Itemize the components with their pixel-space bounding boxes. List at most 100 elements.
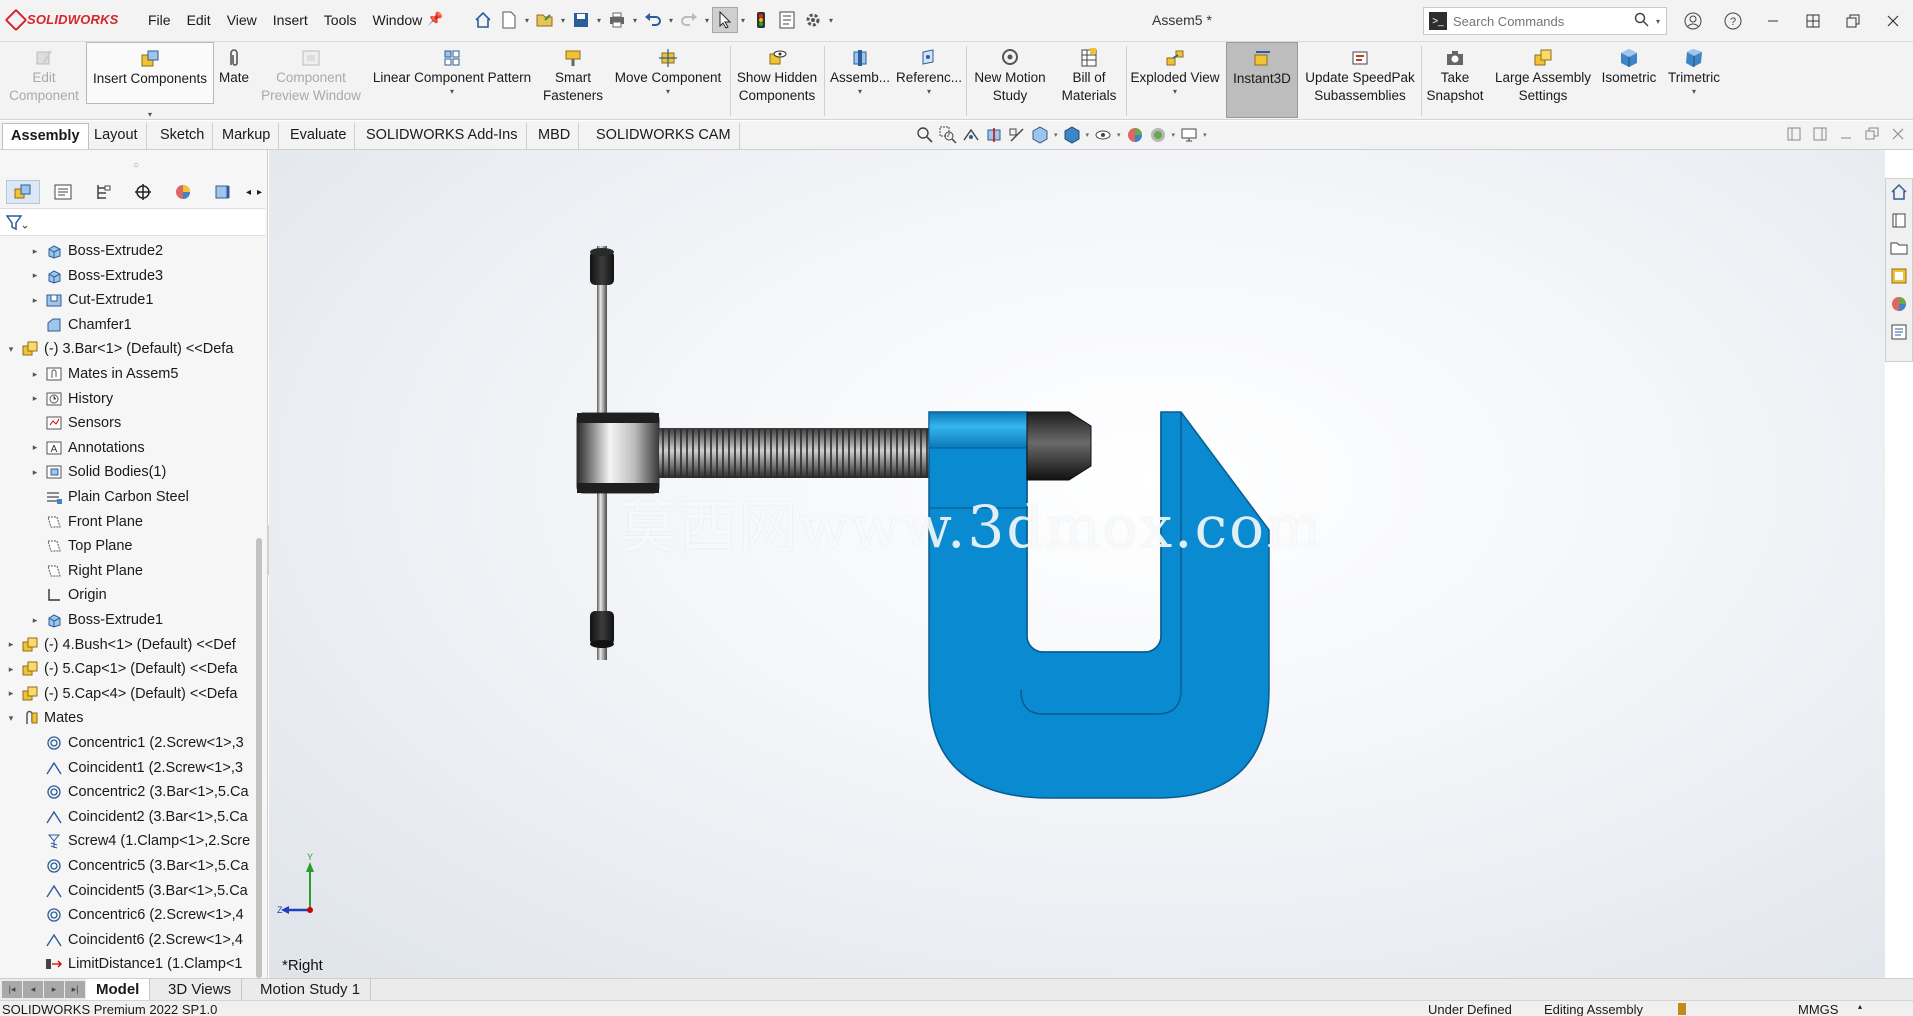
help-icon[interactable]: ? [1713,0,1753,42]
tree-node[interactable]: Top Plane [28,534,133,558]
view-palette-icon[interactable] [1890,267,1908,285]
tab-layout[interactable]: Layout [86,123,147,149]
hide-show-items-icon[interactable] [1094,126,1112,144]
units-status[interactable]: MMGS [1798,1002,1838,1016]
filter-funnel-icon[interactable] [6,214,28,232]
tree-node[interactable]: ▸ Mates in Assem5 [28,362,179,386]
reference-geometry-button[interactable]: Referenc... ▾ [894,42,964,118]
redo-icon[interactable] [676,7,702,33]
undo-icon[interactable] [640,7,666,33]
tab-assembly[interactable]: Assembly [2,123,89,149]
open-icon[interactable] [532,7,558,33]
display-manager-tab-icon[interactable] [166,180,200,204]
tree-node[interactable]: Chamfer1 [28,313,132,337]
property-manager-tab-icon[interactable] [46,180,80,204]
tree-node[interactable]: Coincident2 (3.Bar<1>,5.Ca [28,805,248,829]
show-hidden-components-button[interactable]: Show Hidden Components [732,42,822,118]
solidworks-resources-icon[interactable] [1890,183,1908,201]
collapse-arrow-icon[interactable]: ▾ [4,344,18,355]
appearances-icon[interactable] [1890,295,1908,313]
rebuild-indicator-icon[interactable] [1678,1003,1686,1015]
tree-scrollbar[interactable] [256,538,262,978]
search-dropdown-icon[interactable]: ▾ [1656,17,1660,26]
print-dropdown-icon[interactable]: ▾ [630,16,640,25]
chevron-down-icon[interactable]: ▾ [1173,87,1177,97]
tab-solidworks-add-ins[interactable]: SOLIDWORKS Add-Ins [358,123,527,149]
expand-arrow-icon[interactable]: ▸ [28,295,42,306]
tree-node[interactable]: ▸ Boss-Extrude3 [28,264,163,288]
component-preview-window-button[interactable]: Component Preview Window [256,42,366,118]
tree-node[interactable]: Coincident5 (3.Bar<1>,5.Ca [28,879,248,903]
tree-node[interactable]: ▸ History [28,387,113,411]
expand-arrow-icon[interactable]: ▸ [28,369,42,380]
restore-icon[interactable] [1833,0,1873,42]
view-settings-icon[interactable] [1180,126,1198,144]
insert-components-dropdown[interactable]: ▾ [86,104,214,119]
chevron-down-icon[interactable]: ▾ [1172,131,1176,139]
options-gear-icon[interactable] [800,7,826,33]
view-orientation-icon[interactable] [1031,126,1049,144]
dynamic-annotation-icon[interactable] [1008,126,1026,144]
tree-node[interactable]: ▸ Solid Bodies(1) [28,460,167,484]
chevron-down-icon[interactable]: ▾ [858,87,862,97]
previous-tab-icon[interactable]: ◂ [23,981,43,998]
assembly-features-button[interactable]: Assemb... ▾ [826,42,894,118]
previous-view-icon[interactable] [962,126,980,144]
menu-file[interactable]: File [140,12,179,28]
tab-motion-study-1[interactable]: Motion Study 1 [250,979,372,1001]
expand-arrow-icon[interactable]: ▸ [28,270,42,281]
new-document-icon[interactable] [496,7,522,33]
tabs-scroll-right-icon[interactable]: ▸ [257,187,262,198]
tree-node[interactable]: Right Plane [28,559,143,583]
bill-of-materials-button[interactable]: Bill of Materials [1054,42,1124,118]
search-commands-box[interactable]: >_ ▾ [1423,7,1667,35]
tab-solidworks-cam[interactable]: SOLIDWORKS CAM [588,123,740,149]
tile-windows-icon[interactable] [1793,0,1833,42]
last-tab-icon[interactable]: ▸| [65,981,85,998]
display-style-icon[interactable] [1063,126,1081,144]
tree-filter-bar[interactable] [0,208,265,236]
chevron-down-icon[interactable]: ▾ [1086,131,1090,139]
edit-component-button[interactable]: Edit Component [2,42,86,118]
tree-node[interactable]: ▸ Boss-Extrude2 [28,239,163,263]
expand-arrow-icon[interactable]: ▸ [4,639,18,650]
tree-node[interactable]: ▸ (-) 4.Bush<1> (Default) <<Def [4,633,236,657]
tree-node[interactable]: ▸ Boss-Extrude1 [28,608,163,632]
tree-node[interactable]: LimitDistance1 (1.Clamp<1 [28,952,242,976]
zoom-to-fit-icon[interactable] [916,126,934,144]
solidworks-logo[interactable]: SOLIDWORKS [6,11,119,27]
menu-edit[interactable]: Edit [179,12,219,28]
new-motion-study-button[interactable]: New Motion Study [968,42,1052,118]
menu-window[interactable]: Window [364,12,430,28]
new-dropdown-icon[interactable]: ▾ [522,16,532,25]
rebuild-icon[interactable] [748,7,774,33]
units-dropdown-icon[interactable]: ▴ [1858,1002,1862,1011]
tree-node[interactable]: ▾ (-) 3.Bar<1> (Default) <<Defa [4,337,234,361]
large-assembly-settings-button[interactable]: Large Assembly Settings [1489,42,1597,118]
panel-splitter-handle[interactable]: ○ [133,160,139,171]
expand-arrow-icon[interactable]: ▸ [28,442,42,453]
insert-components-button[interactable]: Insert Components [86,42,214,104]
chevron-down-icon[interactable]: ▾ [1692,87,1696,97]
options-dropdown-icon[interactable]: ▾ [826,16,836,25]
chevron-down-icon[interactable]: ▾ [927,87,931,97]
file-properties-icon[interactable] [774,7,800,33]
expand-arrow-icon[interactable]: ▸ [28,246,42,257]
move-component-button[interactable]: Move Component ▾ [608,42,728,118]
zoom-to-area-icon[interactable] [939,126,957,144]
chevron-down-icon[interactable]: ▾ [1054,131,1058,139]
tree-node[interactable]: Front Plane [28,510,143,534]
tree-node[interactable]: ▸ Cut-Extrude1 [28,288,154,312]
feature-manager-tab-icon[interactable] [6,180,40,204]
chevron-down-icon[interactable]: ▾ [450,87,454,97]
search-commands-input[interactable] [1453,13,1634,29]
tab-model[interactable]: Model [86,979,151,1001]
section-view-icon[interactable] [985,126,1003,144]
menu-view[interactable]: View [219,12,265,28]
viewport-close-icon[interactable] [1891,127,1905,141]
menu-tools[interactable]: Tools [316,12,365,28]
tree-node[interactable]: ▸ A Annotations [28,436,145,460]
cam-feature-tree-tab-icon[interactable] [206,180,240,204]
screw-tip-pad[interactable] [1026,411,1092,481]
select-dropdown-icon[interactable]: ▾ [738,16,748,25]
